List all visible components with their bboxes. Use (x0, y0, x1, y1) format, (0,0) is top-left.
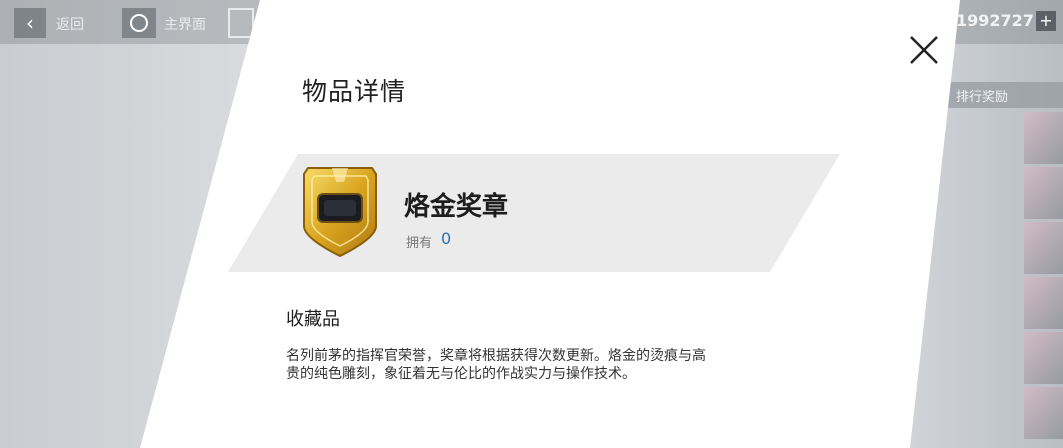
character-thumbnail[interactable] (1024, 387, 1063, 439)
home-button[interactable] (122, 8, 156, 38)
close-icon (910, 36, 938, 64)
character-thumbnail[interactable] (1024, 332, 1063, 384)
character-thumbnail[interactable] (1024, 167, 1063, 219)
chevron-left-icon: ‹ (26, 11, 34, 35)
item-description: 名列前茅的指挥官荣誉，奖章将根据获得次数更新。烙金的烫痕与高贵的纯色雕刻，象征着… (286, 348, 706, 382)
close-button[interactable] (904, 30, 944, 70)
owned-label: 拥有 (406, 236, 433, 251)
item-category: 收藏品 (286, 309, 340, 330)
modal-title: 物品详情 (302, 77, 407, 106)
item-name: 烙金奖章 (404, 192, 509, 222)
back-label: 返回 (56, 17, 84, 33)
document-icon[interactable] (228, 8, 254, 38)
currency-value: 1992727 (956, 11, 1034, 30)
character-thumbnail[interactable] (1024, 222, 1063, 274)
reward-tab-label: 排行奖励 (956, 89, 1009, 105)
add-currency-button[interactable]: + (1036, 11, 1056, 31)
character-strip (1024, 112, 1063, 448)
home-icon (130, 14, 148, 32)
back-button[interactable]: ‹ (14, 8, 46, 38)
home-label: 主界面 (164, 17, 206, 33)
reward-tab[interactable]: 排行奖励 (944, 82, 1063, 108)
character-thumbnail[interactable] (1024, 112, 1063, 164)
gold-medal-icon (298, 160, 382, 260)
owned-count: 0 (441, 229, 452, 248)
character-thumbnail[interactable] (1024, 277, 1063, 329)
